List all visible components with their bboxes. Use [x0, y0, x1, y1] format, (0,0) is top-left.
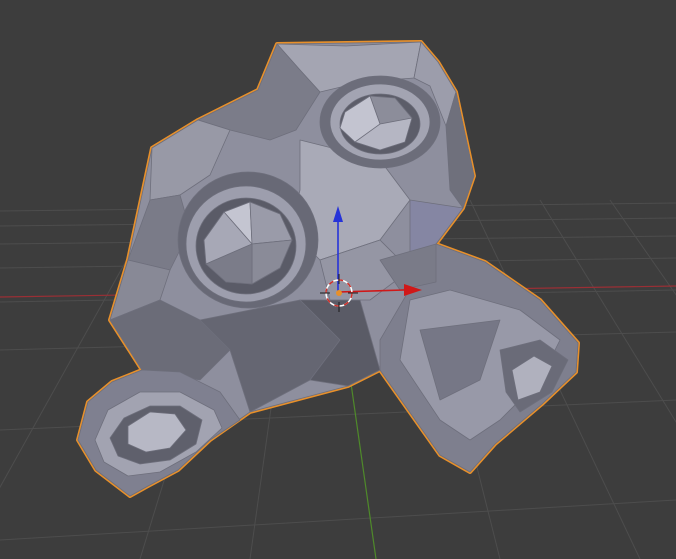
- 3d-viewport[interactable]: [0, 0, 676, 559]
- front-eye: [177, 171, 319, 309]
- viewport-canvas[interactable]: [0, 0, 676, 559]
- back-eye: [319, 75, 441, 169]
